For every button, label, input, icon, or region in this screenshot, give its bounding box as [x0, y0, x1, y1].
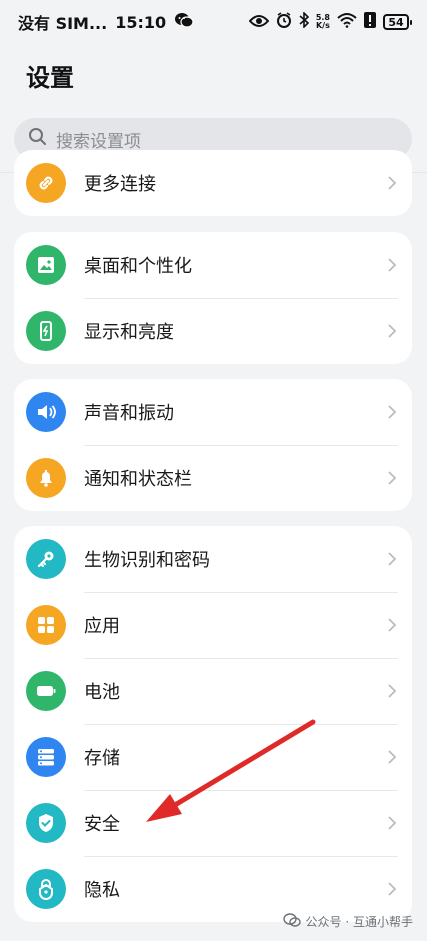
- chevron-right-icon: [388, 552, 397, 566]
- chevron-right-icon: [388, 618, 397, 632]
- settings-item-battery[interactable]: 电池: [14, 658, 412, 724]
- eye-icon: [248, 13, 270, 32]
- alarm-icon: [276, 12, 292, 32]
- settings-item-label: 显示和亮度: [84, 322, 174, 343]
- settings-group-security: 生物识别和密码 应用 电池 存储 安全 隐私: [14, 526, 412, 922]
- image-icon: [26, 245, 66, 285]
- privacy-lock-icon: [26, 869, 66, 909]
- settings-item-sound-vibration[interactable]: 声音和振动: [14, 379, 412, 445]
- chevron-right-icon: [388, 684, 397, 698]
- settings-item-label: 存储: [84, 748, 120, 769]
- settings-item-security[interactable]: 安全: [14, 790, 412, 856]
- settings-item-label: 电池: [84, 682, 120, 703]
- settings-item-notifications-statusbar[interactable]: 通知和状态栏: [14, 445, 412, 511]
- settings-item-biometrics-password[interactable]: 生物识别和密码: [14, 526, 412, 592]
- watermark: 公众号 · 互通小帮手: [282, 912, 413, 931]
- bell-icon: [26, 458, 66, 498]
- wechat-official-account-icon: [282, 912, 301, 931]
- settings-item-apps[interactable]: 应用: [14, 592, 412, 658]
- wifi-icon: [337, 12, 357, 32]
- key-icon: [26, 539, 66, 579]
- link-icon: [26, 163, 66, 203]
- shield-icon: [26, 803, 66, 843]
- chevron-right-icon: [388, 816, 397, 830]
- bluetooth-icon: [299, 11, 309, 32]
- battery-icon: [26, 671, 66, 711]
- speaker-icon: [26, 392, 66, 432]
- settings-item-label: 更多连接: [84, 174, 156, 195]
- settings-item-label: 声音和振动: [84, 403, 174, 424]
- settings-item-more-connections[interactable]: 更多连接: [14, 150, 412, 216]
- apps-grid-icon: [26, 605, 66, 645]
- settings-item-label: 隐私: [84, 880, 120, 901]
- settings-item-label: 安全: [84, 814, 120, 835]
- settings-item-label: 通知和状态栏: [84, 469, 192, 490]
- carrier-text: 没有 SIM...: [18, 14, 108, 33]
- clock: 15:10: [115, 12, 167, 32]
- chevron-right-icon: [388, 405, 397, 419]
- settings-item-label: 生物识别和密码: [84, 550, 210, 571]
- chevron-right-icon: [388, 750, 397, 764]
- watermark-text: 公众号 · 互通小帮手: [305, 915, 413, 929]
- settings-group-sound: 声音和振动 通知和状态栏: [14, 379, 412, 511]
- battery-indicator: 54: [383, 14, 412, 30]
- search-input[interactable]: 搜索设置项: [56, 127, 141, 152]
- search-icon: [28, 127, 48, 151]
- chevron-right-icon: [388, 258, 397, 272]
- storage-icon: [26, 737, 66, 777]
- settings-item-storage[interactable]: 存储: [14, 724, 412, 790]
- chevron-right-icon: [388, 176, 397, 190]
- phone-brightness-icon: [26, 311, 66, 351]
- page-title: 设置: [26, 64, 74, 92]
- settings-item-display-brightness[interactable]: 显示和亮度: [14, 298, 412, 364]
- settings-item-label: 应用: [84, 616, 120, 637]
- network-speed: 5.8 K/s: [315, 13, 330, 30]
- chevron-right-icon: [388, 882, 397, 896]
- chevron-right-icon: [388, 324, 397, 338]
- settings-group-connectivity: 更多连接: [14, 150, 412, 216]
- status-bar: 没有 SIM... 15:10 5.8 K/s 54: [0, 0, 427, 44]
- wechat-icon: [174, 12, 194, 32]
- settings-group-display: 桌面和个性化 显示和亮度: [14, 232, 412, 364]
- alert-icon: [364, 12, 376, 32]
- settings-item-desktop-personalization[interactable]: 桌面和个性化: [14, 232, 412, 298]
- settings-item-label: 桌面和个性化: [84, 256, 192, 277]
- chevron-right-icon: [388, 471, 397, 485]
